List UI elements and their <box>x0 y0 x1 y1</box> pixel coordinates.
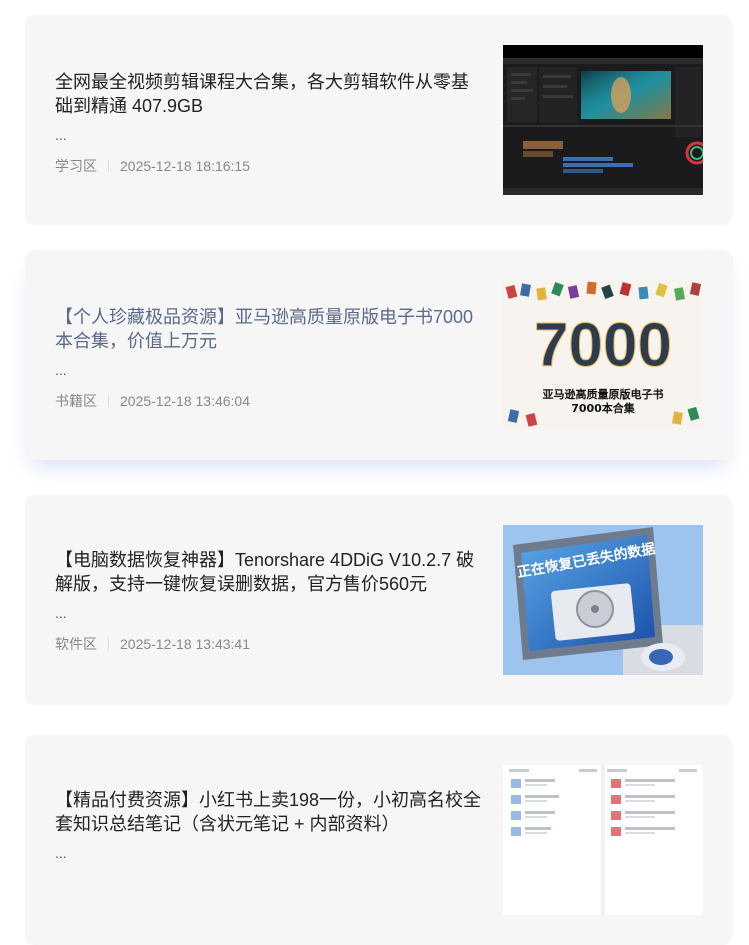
post-card[interactable]: 全网最全视频剪辑课程大合集，各大剪辑软件从零基础到精通 407.9GB ... … <box>25 15 733 225</box>
post-excerpt: ... <box>55 845 67 861</box>
post-meta: 学习区 2025-12-18 18:16:15 <box>55 156 485 176</box>
video-editor-screenshot-icon[interactable] <box>503 45 703 195</box>
post-text: 【电脑数据恢复神器】Tenorshare 4DDiG V10.2.7 破解版，支… <box>55 495 485 705</box>
post-meta: 书籍区 2025-12-18 13:46:04 <box>55 391 485 411</box>
post-card[interactable]: 【精品付费资源】小红书上卖198一份，小初高名校全套知识总结笔记（含状元笔记 +… <box>25 735 733 945</box>
category-link[interactable]: 软件区 <box>55 634 97 654</box>
post-date: 2025-12-18 13:43:41 <box>120 636 250 652</box>
post-excerpt: ... <box>55 127 67 143</box>
post-title[interactable]: 【电脑数据恢复神器】Tenorshare 4DDiG V10.2.7 破解版，支… <box>55 548 485 596</box>
thumb-caption-1: 亚马逊高质量原版电子书 <box>543 387 664 401</box>
post-card[interactable]: 【电脑数据恢复神器】Tenorshare 4DDiG V10.2.7 破解版，支… <box>25 495 733 705</box>
post-title[interactable]: 全网最全视频剪辑课程大合集，各大剪辑软件从零基础到精通 407.9GB <box>55 70 485 118</box>
category-link[interactable]: 学习区 <box>55 156 97 176</box>
post-date: 2025-12-18 18:16:15 <box>120 158 250 174</box>
books-7000-icon[interactable]: 7000 亚马逊高质量原版电子书 7000本合集 <box>503 280 703 430</box>
meta-divider <box>108 160 109 172</box>
notes-file-list-icon[interactable] <box>503 765 703 915</box>
meta-divider <box>108 638 109 650</box>
category-link[interactable]: 书籍区 <box>55 391 97 411</box>
post-text: 【精品付费资源】小红书上卖198一份，小初高名校全套知识总结笔记（含状元笔记 +… <box>55 735 485 945</box>
big-number: 7000 <box>534 311 672 380</box>
post-text: 【个人珍藏极品资源】亚马逊高质量原版电子书7000本合集，价值上万元 ... 书… <box>55 250 485 460</box>
post-meta: 软件区 2025-12-18 13:43:41 <box>55 634 485 654</box>
post-card[interactable]: 【个人珍藏极品资源】亚马逊高质量原版电子书7000本合集，价值上万元 ... 书… <box>25 250 733 460</box>
thumb-caption-2: 7000本合集 <box>571 401 636 415</box>
meta-divider <box>108 395 109 407</box>
post-excerpt: ... <box>55 605 67 621</box>
post-date: 2025-12-18 13:46:04 <box>120 393 250 409</box>
data-recovery-monitor-icon[interactable]: 正在恢复已丢失的数据 <box>503 525 703 675</box>
post-text: 全网最全视频剪辑课程大合集，各大剪辑软件从零基础到精通 407.9GB ... … <box>55 15 485 225</box>
post-feed: 全网最全视频剪辑课程大合集，各大剪辑软件从零基础到精通 407.9GB ... … <box>0 0 749 945</box>
post-excerpt: ... <box>55 362 67 378</box>
post-title[interactable]: 【精品付费资源】小红书上卖198一份，小初高名校全套知识总结笔记（含状元笔记 +… <box>55 788 485 836</box>
post-title[interactable]: 【个人珍藏极品资源】亚马逊高质量原版电子书7000本合集，价值上万元 <box>55 305 485 353</box>
